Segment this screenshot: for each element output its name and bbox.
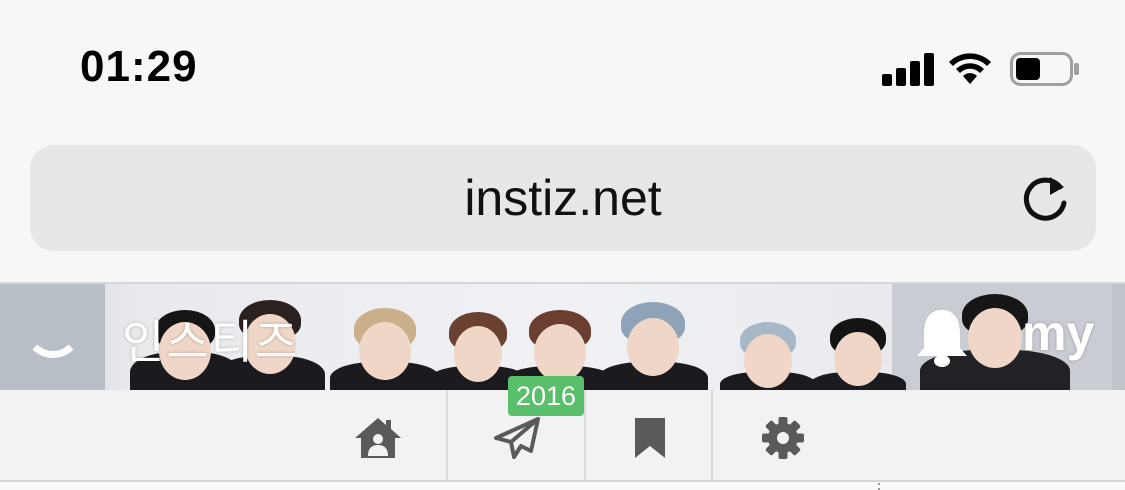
banner-photo-person xyxy=(598,298,708,390)
bookmark-icon xyxy=(635,418,665,458)
reload-icon[interactable] xyxy=(1020,173,1072,225)
cellular-signal-icon xyxy=(882,52,934,86)
my-menu-link[interactable]: my xyxy=(1022,304,1094,362)
status-bar: 01:29 xyxy=(0,0,1125,135)
banner-photo-person xyxy=(720,310,816,390)
nav-home[interactable] xyxy=(310,390,446,480)
paper-plane-icon xyxy=(494,417,540,459)
nav-settings[interactable] xyxy=(713,390,853,480)
home-icon xyxy=(355,418,401,458)
url-text[interactable]: instiz.net xyxy=(30,145,1096,251)
message-count-badge: 2016 xyxy=(508,376,584,416)
status-time: 01:29 xyxy=(80,42,198,91)
address-bar[interactable]: instiz.net xyxy=(30,145,1096,251)
menu-icon[interactable] xyxy=(24,300,82,358)
site-logo[interactable]: 인스티즈 xyxy=(122,306,299,372)
banner-photo-person xyxy=(810,308,906,390)
gear-icon xyxy=(762,417,804,459)
bell-icon[interactable] xyxy=(914,306,970,368)
nav-bookmarks[interactable] xyxy=(586,390,711,480)
battery-icon xyxy=(1010,52,1079,86)
wifi-icon xyxy=(949,53,991,84)
banner-photo-person xyxy=(330,302,440,390)
